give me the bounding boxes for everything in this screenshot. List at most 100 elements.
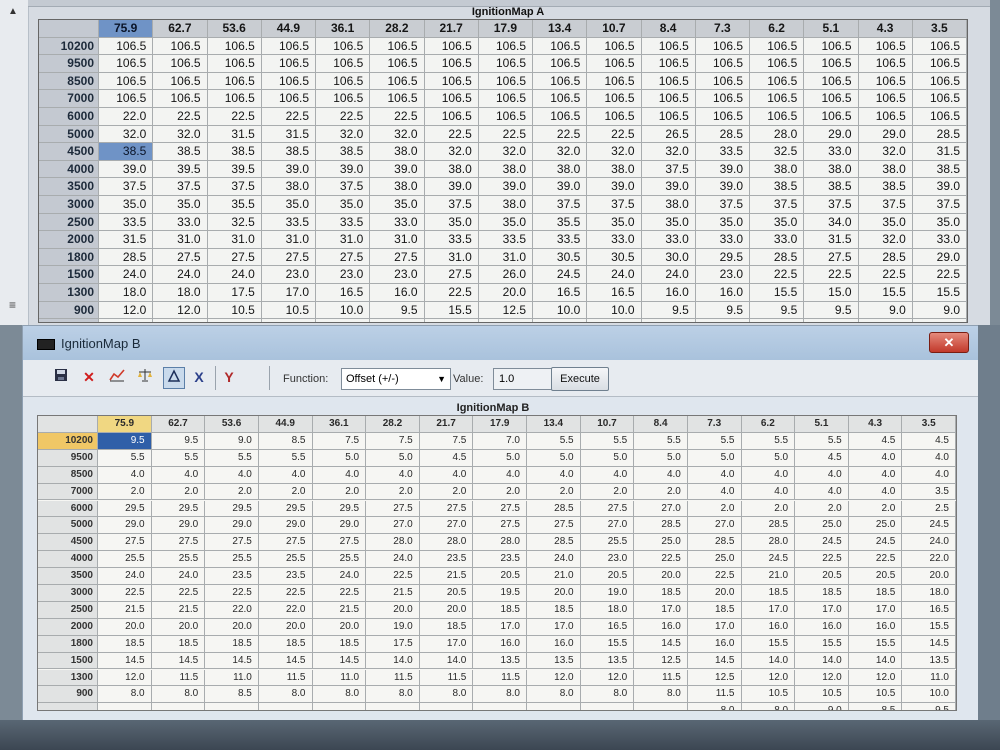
map-cell[interactable]: 15.5: [858, 284, 913, 302]
table-row[interactable]: 900 12.0 12.0 10.5 10.5 10.0 9.5 15.5 12.5 10.0 10…: [39, 301, 967, 320]
map-cell[interactable]: 106.5: [153, 90, 208, 108]
map-cell[interactable]: 106.5: [695, 37, 750, 56]
rpm-row-header[interactable]: 9500: [38, 449, 98, 467]
map-cell[interactable]: 4.0: [848, 449, 903, 467]
map-cell[interactable]: 10.5: [795, 686, 849, 704]
table-row[interactable]: 1800 28.5 27.5 27.5 27.5 27.5 27.5 31.0 31.0 30.5…: [39, 248, 967, 267]
map-cell[interactable]: 28.5: [858, 248, 913, 267]
map-cell[interactable]: 14.5: [151, 652, 206, 670]
map-cell[interactable]: 39.0: [695, 178, 750, 196]
map-cell[interactable]: 20.5: [419, 585, 474, 602]
map-cell[interactable]: 9.5: [902, 703, 956, 710]
rpm-row-header[interactable]: 1800: [38, 635, 98, 653]
map-cell[interactable]: [152, 703, 206, 710]
map-cell[interactable]: 2.0: [473, 483, 527, 501]
map-cell[interactable]: [262, 319, 316, 322]
map-cell[interactable]: 106.5: [316, 72, 371, 91]
map-cell[interactable]: 22.5: [153, 108, 208, 126]
map-cell[interactable]: [98, 703, 152, 710]
map-cell[interactable]: 11.0: [205, 669, 259, 687]
column-header[interactable]: 8.4: [634, 416, 688, 433]
map-cell[interactable]: 11.5: [419, 669, 474, 687]
column-header[interactable]: 3.5: [912, 20, 967, 38]
map-cell[interactable]: 24.5: [741, 551, 796, 569]
column-header[interactable]: 53.6: [205, 416, 259, 433]
map-cell[interactable]: 17.0: [848, 601, 903, 619]
map-cell[interactable]: 25.0: [848, 517, 903, 535]
map-cell[interactable]: 18.5: [527, 601, 581, 619]
map-cell[interactable]: 10.5: [207, 301, 262, 320]
map-cell[interactable]: 14.5: [312, 652, 367, 670]
map-cell[interactable]: 2.0: [741, 500, 796, 518]
map-cell[interactable]: 20.5: [795, 568, 849, 585]
column-header[interactable]: 7.3: [687, 416, 742, 433]
map-cell[interactable]: 4.0: [902, 466, 956, 484]
map-cell[interactable]: 16.0: [687, 635, 742, 653]
map-cell[interactable]: 16.0: [795, 618, 849, 636]
map-cell[interactable]: 39.0: [641, 178, 696, 196]
rpm-row-header[interactable]: 5000: [39, 125, 99, 144]
map-cell[interactable]: 29.5: [312, 500, 367, 518]
map-cell[interactable]: 13.5: [580, 652, 635, 670]
map-cell[interactable]: 24.0: [98, 568, 152, 585]
map-cell[interactable]: 106.5: [587, 72, 642, 91]
map-cell[interactable]: 22.5: [261, 108, 316, 126]
map-cell[interactable]: 12.5: [634, 652, 688, 670]
map-cell[interactable]: 20.0: [151, 618, 206, 636]
map-cell[interactable]: 9.5: [98, 432, 152, 450]
map-cell[interactable]: 14.0: [741, 652, 796, 670]
map-cell[interactable]: 106.5: [533, 37, 588, 56]
column-header[interactable]: 6.2: [741, 416, 796, 433]
map-cell[interactable]: 5.0: [580, 449, 635, 467]
map-cell[interactable]: 4.0: [419, 466, 474, 484]
column-header[interactable]: 7.3: [695, 20, 750, 38]
map-cell[interactable]: 106.5: [641, 55, 696, 73]
map-cell[interactable]: 22.0: [902, 551, 956, 569]
map-cell[interactable]: 38.0: [478, 196, 533, 214]
table-row[interactable]: 4500 38.5 38.5 38.5 38.5 38.5 38.0 32.0 32.0 32.0…: [39, 143, 967, 161]
map-cell[interactable]: 5.5: [151, 449, 206, 467]
map-cell[interactable]: 28.0: [366, 534, 420, 552]
scroll-up-icon[interactable]: ▲: [8, 6, 18, 17]
select-icon[interactable]: [163, 367, 185, 389]
map-cell[interactable]: 17.0: [795, 601, 849, 619]
map-cell[interactable]: 12.5: [478, 301, 533, 320]
map-cell[interactable]: 7.5: [419, 432, 474, 450]
map-cell[interactable]: 8.0: [688, 703, 742, 710]
map-cell[interactable]: 34.0: [804, 213, 859, 232]
map-cell[interactable]: 6.0: [804, 319, 859, 322]
table-row[interactable]: 5000 29.0 29.0 29.0 29.0 29.0 27.0 27.0 27.5 27.5…: [38, 517, 956, 535]
map-cell[interactable]: 9.5: [804, 301, 859, 320]
map-cell[interactable]: 27.0: [580, 517, 635, 535]
map-cell[interactable]: 10.0: [533, 301, 588, 320]
map-cell[interactable]: 25.5: [258, 551, 313, 569]
table-row[interactable]: 3500 37.5 37.5 37.5 38.0 37.5 38.0 39.0 39.0 39.0…: [39, 178, 967, 196]
map-cell[interactable]: [527, 703, 581, 710]
map-cell[interactable]: 26.0: [478, 266, 533, 284]
map-cell[interactable]: 23.5: [258, 568, 313, 585]
map-cell[interactable]: 32.0: [641, 143, 696, 161]
map-cell[interactable]: 106.5: [695, 90, 750, 108]
table-row[interactable]: 2000 20.0 20.0 20.0 20.0 20.0 19.0 18.5 17.0 17.0…: [38, 618, 956, 636]
rpm-row-header[interactable]: 10200: [39, 37, 99, 56]
map-cell[interactable]: 22.5: [424, 284, 479, 302]
map-cell[interactable]: 4.0: [741, 483, 796, 501]
map-cell[interactable]: 37.5: [587, 196, 642, 214]
map-cell[interactable]: 8.0: [151, 686, 206, 704]
map-cell[interactable]: 2.0: [687, 500, 742, 518]
map-cell[interactable]: 17.0: [687, 618, 742, 636]
map-cell[interactable]: 24.0: [151, 568, 206, 585]
rpm-row-header[interactable]: 7000: [38, 483, 98, 501]
map-cell[interactable]: 8.0: [98, 686, 152, 704]
map-cell[interactable]: 16.0: [370, 284, 425, 302]
map-cell[interactable]: 33.5: [316, 213, 371, 232]
map-cell[interactable]: 31.0: [316, 231, 371, 249]
map-cell[interactable]: 23.0: [695, 266, 750, 284]
map-cell[interactable]: 27.5: [419, 500, 474, 518]
map-cell[interactable]: 28.0: [473, 534, 527, 552]
column-header[interactable]: 6.2: [750, 20, 805, 38]
map-cell[interactable]: 16.0: [848, 618, 903, 636]
map-cell[interactable]: 39.0: [912, 178, 967, 196]
map-cell[interactable]: 24.5: [533, 266, 588, 284]
map-cell[interactable]: 32.5: [207, 213, 262, 232]
